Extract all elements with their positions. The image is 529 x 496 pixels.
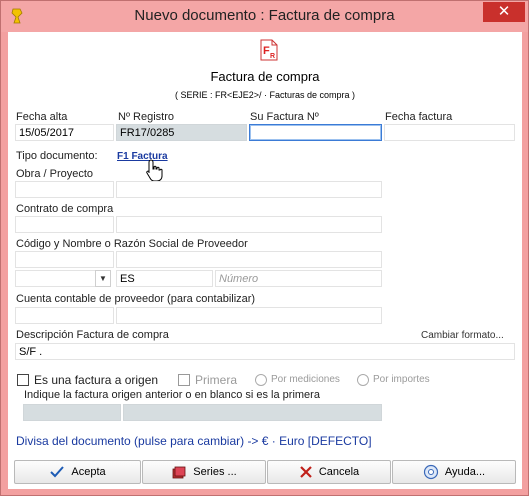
series-label: Series ... <box>193 466 237 478</box>
obra-name-input[interactable] <box>116 181 382 198</box>
document-serie: ( SERIE : FR<EJE2>/ · Facturas de compra… <box>174 90 356 100</box>
cuenta-name-input[interactable] <box>116 307 382 324</box>
window-title: Nuevo documento : Factura de compra <box>134 7 395 24</box>
factura-origen-label: Es una factura a origen <box>34 373 159 387</box>
tipo-documento-label: Tipo documento: <box>16 150 98 162</box>
descripcion-input[interactable]: S/F . <box>15 343 515 360</box>
contrato-name-input[interactable] <box>116 216 382 233</box>
su-factura-label: Su Factura Nº <box>250 111 319 123</box>
document-title: Factura de compra <box>210 69 320 84</box>
hand-cursor-icon <box>146 159 163 182</box>
cambiar-formato-link[interactable]: Cambiar formato... <box>421 330 504 341</box>
su-factura-input[interactable] <box>249 124 382 141</box>
numero-input[interactable]: Número <box>215 270 382 287</box>
fecha-alta-input[interactable]: 15/05/2017 <box>15 124 114 141</box>
invoice-icon: F R <box>260 39 278 61</box>
proveedor-code-input[interactable] <box>15 251 114 268</box>
svg-text:F: F <box>263 45 270 57</box>
por-mediciones-label: Por mediciones <box>271 374 340 385</box>
acepta-label: Acepta <box>71 466 106 478</box>
proveedor-tipo-select[interactable] <box>15 270 97 287</box>
ayuda-button[interactable]: Ayuda... <box>392 460 516 484</box>
fecha-alta-label: Fecha alta <box>16 111 68 123</box>
proveedor-label: Código y Nombre o Razón Social de Provee… <box>16 238 248 250</box>
indique-label: Indique la factura origen anterior o en … <box>24 389 320 401</box>
title-bar[interactable]: Nuevo documento : Factura de compra ✕ <box>1 1 528 32</box>
cuenta-label: Cuenta contable de proveedor (para conta… <box>16 293 256 305</box>
obra-code-input[interactable] <box>15 181 114 198</box>
acepta-button[interactable]: Acepta <box>14 460 141 484</box>
primera-checkbox[interactable] <box>178 374 190 386</box>
por-mediciones-radio[interactable] <box>255 374 267 386</box>
close-button[interactable]: ✕ <box>483 2 525 22</box>
obra-label: Obra / Proyecto <box>16 168 94 180</box>
country-input[interactable]: ES <box>116 270 213 287</box>
cancela-label: Cancela <box>318 466 360 478</box>
series-icon <box>172 466 186 479</box>
series-button[interactable]: Series ... <box>142 460 266 484</box>
contrato-code-input[interactable] <box>15 216 114 233</box>
descripcion-label: Descripción Factura de compra <box>16 329 169 341</box>
cuenta-code-input[interactable] <box>15 307 114 324</box>
proveedor-name-input[interactable] <box>116 251 382 268</box>
close-icon <box>300 466 312 478</box>
fecha-factura-input[interactable] <box>384 124 515 141</box>
cancela-button[interactable]: Cancela <box>267 460 391 484</box>
dialog-body: F R Factura de compra ( SERIE : FR<EJE2>… <box>8 32 522 489</box>
svg-text:R: R <box>270 53 275 60</box>
factura-origen-checkbox[interactable] <box>17 374 29 386</box>
num-registro-label: Nº Registro <box>118 111 174 123</box>
por-importes-radio[interactable] <box>357 374 369 386</box>
fecha-factura-label: Fecha factura <box>385 111 453 123</box>
por-importes-label: Por importes <box>373 374 430 385</box>
help-icon <box>423 464 439 480</box>
dialog-window: Nuevo documento : Factura de compra ✕ F … <box>0 0 529 496</box>
divisa-link[interactable]: Divisa del documento (pulse para cambiar… <box>16 434 372 448</box>
ayuda-label: Ayuda... <box>444 466 486 478</box>
chevron-down-icon[interactable]: ▼ <box>95 270 111 287</box>
primera-label: Primera <box>195 373 238 387</box>
origen-code-input <box>23 404 121 421</box>
num-registro-input: FR17/0285 <box>116 124 247 141</box>
check-icon <box>50 466 65 478</box>
contrato-label: Contrato de compra <box>16 203 114 215</box>
origen-name-input <box>123 404 382 421</box>
